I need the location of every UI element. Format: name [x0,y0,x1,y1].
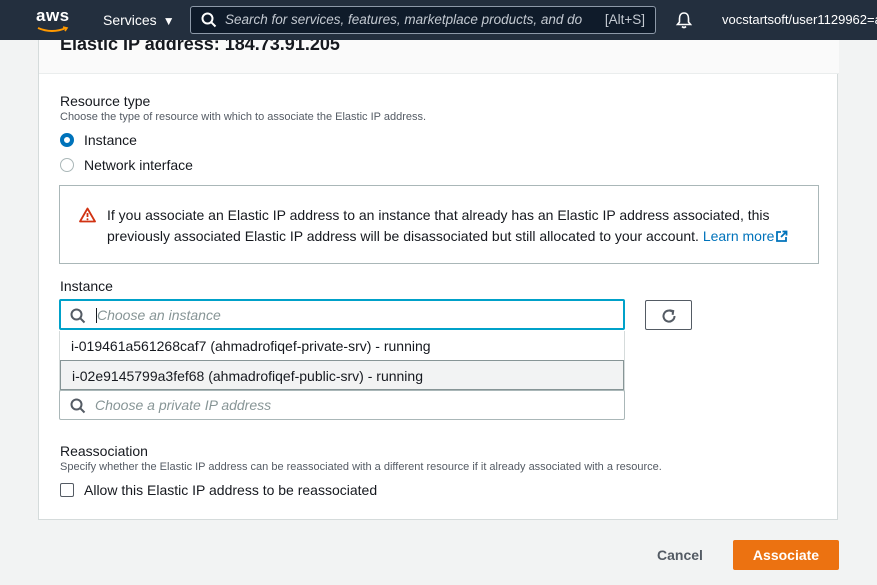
reassociation-checkbox-label[interactable]: Allow this Elastic IP address to be reas… [84,482,377,498]
services-menu[interactable]: Services ▼ [103,12,175,28]
refresh-instances-button[interactable] [645,300,692,330]
reassociation-description: Specify whether the Elastic IP address c… [60,461,662,473]
panel-header: Elastic IP address: 184.73.91.205 [39,40,839,74]
instance-search-input[interactable]: Choose an instance [59,299,625,330]
refresh-icon [662,309,676,323]
resource-type-description: Choose the type of resource with which t… [60,111,427,123]
account-menu[interactable]: vocstartsoft/user1129962=a [722,12,877,27]
aws-logo-text: aws [36,6,70,25]
top-navigation-bar: aws Services ▼ Search for services, featu… [0,0,877,40]
caret-down-icon: ▼ [162,14,175,28]
instance-placeholder: Choose an instance [97,307,221,323]
search-icon [70,398,86,414]
dropdown-option-private-srv[interactable]: i-019461a561268caf7 (ahmadrofiqef-privat… [60,331,624,361]
learn-more-link[interactable]: Learn more [703,228,789,244]
warning-alert: If you associate an Elastic IP address t… [59,185,819,264]
learn-more-label: Learn more [702,228,775,244]
aws-logo[interactable]: aws [36,6,70,34]
private-ip-placeholder: Choose a private IP address [95,397,272,413]
radio-instance[interactable] [60,133,74,147]
alert-text: If you associate an Elastic IP address t… [107,207,770,244]
aws-smile-icon [37,26,69,32]
alert-message: If you associate an Elastic IP address t… [107,205,807,247]
associate-button[interactable]: Associate [733,540,839,570]
instance-dropdown-list: i-019461a561268caf7 (ahmadrofiqef-privat… [59,331,625,391]
instance-label: Instance [60,278,113,294]
resource-type-label: Resource type [60,93,151,109]
search-icon [70,308,86,324]
panel-title: Elastic IP address: 184.73.91.205 [60,40,340,54]
associate-eip-panel: Elastic IP address: 184.73.91.205 Resour… [38,40,839,520]
reassociation-checkbox[interactable] [60,483,74,497]
private-ip-input[interactable]: Choose a private IP address [59,390,625,420]
reassociation-label: Reassociation [60,443,148,459]
dropdown-option-public-srv[interactable]: i-02e9145799a3fef68 (ahmadrofiqef-public… [60,360,624,390]
global-search[interactable]: Search for services, features, marketpla… [190,6,656,34]
radio-network-interface[interactable] [60,158,74,172]
services-label: Services [103,12,157,28]
cancel-button[interactable]: Cancel [646,540,714,570]
search-shortcut: [Alt+S] [604,12,645,27]
radio-network-interface-label[interactable]: Network interface [84,157,193,173]
search-icon [201,12,217,28]
search-placeholder: Search for services, features, marketpla… [225,12,583,27]
external-link-icon [776,230,788,242]
warning-icon [79,207,96,223]
radio-instance-label[interactable]: Instance [84,132,137,148]
bell-icon[interactable] [675,11,693,29]
